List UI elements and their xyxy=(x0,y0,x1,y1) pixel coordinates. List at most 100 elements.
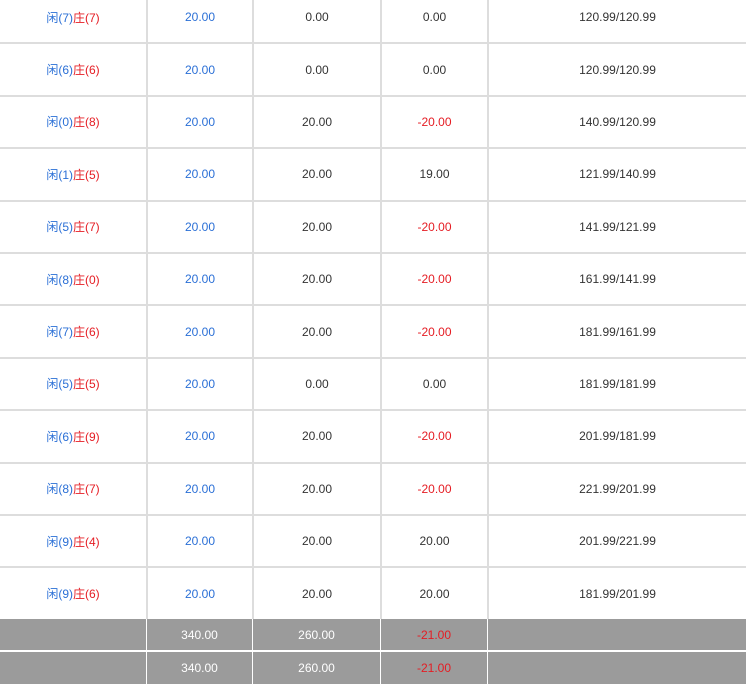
win-loss-cell: 20.00 xyxy=(380,568,487,619)
valid-bet-cell: 0.00 xyxy=(252,44,380,95)
balance-cell: 181.99/181.99 xyxy=(487,358,746,410)
bet-history-table: 闲(7) 庄(7) 20.00 0.00 0.00 120.99/120.99 闲(6) … xyxy=(0,0,746,692)
banker-result: 庄(5) xyxy=(73,167,100,182)
summary-row: 340.00 260.00 -21.00 xyxy=(0,618,746,652)
banker-result: 庄(8) xyxy=(73,115,100,130)
balance-cell: 141.99/121.99 xyxy=(487,201,746,252)
banker-result: 庄(6) xyxy=(73,63,100,78)
win-loss-cell: -20.00 xyxy=(380,96,487,148)
balance-cell: 161.99/141.99 xyxy=(487,254,746,305)
stake-cell: 20.00 xyxy=(146,149,252,200)
summary-row: 340.00 260.00 -21.00 xyxy=(0,652,746,685)
banker-result: 庄(0) xyxy=(73,272,100,287)
table-row: 闲(8) 庄(0) 20.00 20.00 -20.00 161.99/141.99 xyxy=(0,254,746,307)
win-loss-cell: 20.00 xyxy=(380,516,487,567)
round-result-cell: 闲(9) 庄(6) xyxy=(0,568,146,618)
summary-stake-cell: 340.00 xyxy=(146,652,252,684)
balance-cell: 201.99/181.99 xyxy=(487,411,746,462)
round-result-cell: 闲(6) 庄(6) xyxy=(0,44,146,94)
valid-bet-cell: 20.00 xyxy=(252,463,380,514)
round-result-cell: 闲(6) 庄(9) xyxy=(0,411,146,461)
summary-empty-cell xyxy=(0,652,146,684)
valid-bet-cell: 20.00 xyxy=(252,96,380,148)
player-result: 闲(5) xyxy=(46,220,73,235)
summary-valid-bet-cell: 260.00 xyxy=(252,652,380,684)
win-loss-cell: 0.00 xyxy=(380,44,487,95)
round-result-cell: 闲(9) 庄(4) xyxy=(0,516,146,566)
table-row: 闲(7) 庄(6) 20.00 20.00 -20.00 181.99/161.99 xyxy=(0,306,746,359)
table-row: 闲(0) 庄(8) 20.00 20.00 -20.00 140.99/120.99 xyxy=(0,96,746,150)
win-loss-cell: -20.00 xyxy=(380,254,487,305)
player-result: 闲(6) xyxy=(46,429,73,444)
banker-result: 庄(5) xyxy=(73,377,100,392)
win-loss-cell: -20.00 xyxy=(380,306,487,357)
player-result: 闲(0) xyxy=(46,115,73,130)
round-result-cell: 闲(5) 庄(7) xyxy=(0,202,146,252)
table-row: 闲(9) 庄(6) 20.00 20.00 20.00 181.99/201.99 xyxy=(0,568,746,621)
summary-empty-cell xyxy=(487,652,746,684)
table-row: 闲(6) 庄(9) 20.00 20.00 -20.00 201.99/181.99 xyxy=(0,411,746,464)
valid-bet-cell: 0.00 xyxy=(252,358,380,410)
table-row: 闲(8) 庄(7) 20.00 20.00 -20.00 221.99/201.99 xyxy=(0,463,746,516)
win-loss-cell: -20.00 xyxy=(380,463,487,514)
player-result: 闲(7) xyxy=(46,10,73,25)
balance-cell: 121.99/140.99 xyxy=(487,149,746,200)
round-result-cell: 闲(8) 庄(7) xyxy=(0,464,146,514)
table-row: 闲(9) 庄(4) 20.00 20.00 20.00 201.99/221.99 xyxy=(0,516,746,569)
banker-result: 庄(4) xyxy=(73,534,100,549)
player-result: 闲(9) xyxy=(46,534,73,549)
player-result: 闲(5) xyxy=(46,377,73,392)
banker-result: 庄(9) xyxy=(73,429,100,444)
balance-cell: 120.99/120.99 xyxy=(487,0,746,43)
win-loss-cell: -20.00 xyxy=(380,201,487,252)
player-result: 闲(8) xyxy=(46,482,73,497)
table-row: 闲(6) 庄(6) 20.00 0.00 0.00 120.99/120.99 xyxy=(0,44,746,97)
banker-result: 庄(7) xyxy=(73,10,100,25)
stake-cell: 20.00 xyxy=(146,516,252,567)
round-result-cell: 闲(7) 庄(7) xyxy=(0,0,146,42)
stake-cell: 20.00 xyxy=(146,254,252,305)
valid-bet-cell: 20.00 xyxy=(252,306,380,357)
summary-empty-cell xyxy=(487,618,746,651)
round-result-cell: 闲(7) 庄(6) xyxy=(0,306,146,356)
summary-win-loss-cell: -21.00 xyxy=(380,618,487,651)
valid-bet-cell: 20.00 xyxy=(252,201,380,252)
player-result: 闲(1) xyxy=(46,167,73,182)
valid-bet-cell: 20.00 xyxy=(252,149,380,200)
balance-cell: 140.99/120.99 xyxy=(487,96,746,148)
summary-valid-bet-cell: 260.00 xyxy=(252,618,380,651)
round-result-cell: 闲(0) 庄(8) xyxy=(0,97,146,147)
table-row: 闲(1) 庄(5) 20.00 20.00 19.00 121.99/140.99 xyxy=(0,149,746,202)
banker-result: 庄(7) xyxy=(73,220,100,235)
win-loss-cell: -20.00 xyxy=(380,411,487,462)
balance-cell: 120.99/120.99 xyxy=(487,44,746,95)
table-row: 闲(5) 庄(5) 20.00 0.00 0.00 181.99/181.99 xyxy=(0,358,746,412)
balance-cell: 221.99/201.99 xyxy=(487,463,746,514)
win-loss-cell: 19.00 xyxy=(380,149,487,200)
player-result: 闲(8) xyxy=(46,272,73,287)
banker-result: 庄(6) xyxy=(73,325,100,340)
player-result: 闲(9) xyxy=(46,587,73,602)
win-loss-cell: 0.00 xyxy=(380,358,487,410)
valid-bet-cell: 20.00 xyxy=(252,516,380,567)
balance-cell: 201.99/221.99 xyxy=(487,516,746,567)
valid-bet-cell: 20.00 xyxy=(252,568,380,619)
balance-cell: 181.99/161.99 xyxy=(487,306,746,357)
round-result-cell: 闲(5) 庄(5) xyxy=(0,359,146,409)
player-result: 闲(7) xyxy=(46,325,73,340)
win-loss-cell: 0.00 xyxy=(380,0,487,43)
balance-cell: 181.99/201.99 xyxy=(487,568,746,619)
round-result-cell: 闲(8) 庄(0) xyxy=(0,254,146,304)
valid-bet-cell: 0.00 xyxy=(252,0,380,43)
table-row: 闲(5) 庄(7) 20.00 20.00 -20.00 141.99/121.99 xyxy=(0,201,746,254)
stake-cell: 20.00 xyxy=(146,358,252,410)
stake-cell: 20.00 xyxy=(146,96,252,148)
stake-cell: 20.00 xyxy=(146,0,252,43)
table-row: 闲(7) 庄(7) 20.00 0.00 0.00 120.99/120.99 xyxy=(0,0,746,45)
stake-cell: 20.00 xyxy=(146,568,252,619)
player-result: 闲(6) xyxy=(46,63,73,78)
stake-cell: 20.00 xyxy=(146,201,252,252)
stake-cell: 20.00 xyxy=(146,463,252,514)
valid-bet-cell: 20.00 xyxy=(252,254,380,305)
stake-cell: 20.00 xyxy=(146,44,252,95)
